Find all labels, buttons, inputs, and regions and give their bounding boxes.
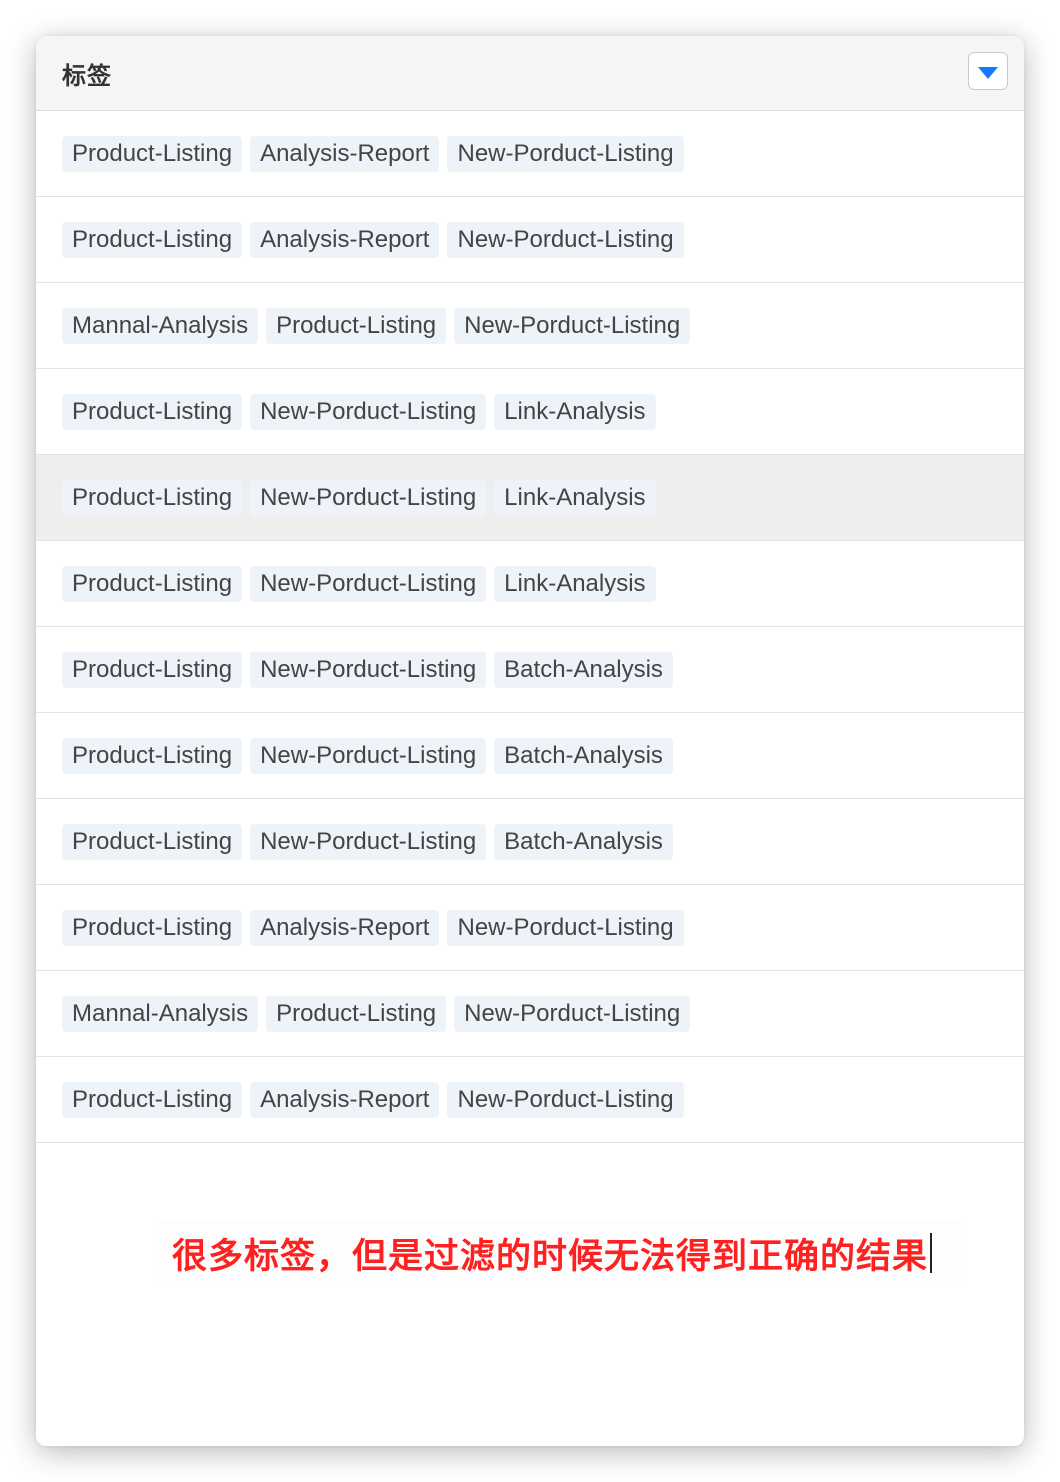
tag-chip[interactable]: Product-Listing bbox=[62, 737, 243, 774]
tag-chip[interactable]: New-Porduct-Listing bbox=[250, 651, 487, 688]
annotation-text: 很多标签，但是过滤的时候无法得到正确的结果 bbox=[172, 1236, 929, 1277]
tag-chip[interactable]: Batch-Analysis bbox=[494, 651, 673, 688]
table-row[interactable]: Product-Listing New-Porduct-Listing Batch-… bbox=[36, 627, 1024, 713]
table-row[interactable]: Product-Listing New-Porduct-Listing Link-A… bbox=[36, 541, 1024, 627]
tag-chip[interactable]: Link-Analysis bbox=[494, 393, 656, 430]
tag-chip[interactable]: New-Porduct-Listing bbox=[447, 221, 684, 258]
tag-chip[interactable]: Batch-Analysis bbox=[494, 737, 673, 774]
annotation-note: 很多标签，但是过滤的时候无法得到正确的结果 bbox=[154, 1220, 962, 1286]
tag-chip[interactable]: New-Porduct-Listing bbox=[454, 995, 691, 1032]
table-row[interactable]: Product-Listing New-Porduct-Listing Batch-… bbox=[36, 799, 1024, 885]
tag-chip[interactable]: Analysis-Report bbox=[250, 221, 440, 258]
tag-chip[interactable]: Analysis-Report bbox=[250, 1081, 440, 1118]
table-body: Product-Listing Analysis-Report New-Porduc… bbox=[36, 111, 1024, 1143]
table-row[interactable]: Product-Listing Analysis-Report New-Porduc… bbox=[36, 111, 1024, 197]
tag-chip[interactable]: Product-Listing bbox=[62, 1081, 243, 1118]
tag-chip[interactable]: Analysis-Report bbox=[250, 909, 440, 946]
tag-chip[interactable]: Product-Listing bbox=[62, 135, 243, 172]
tag-chip[interactable]: New-Porduct-Listing bbox=[250, 823, 487, 860]
tag-chip[interactable]: New-Porduct-Listing bbox=[250, 479, 487, 516]
tag-chip[interactable]: Product-Listing bbox=[62, 823, 243, 860]
tag-chip[interactable]: Link-Analysis bbox=[494, 565, 656, 602]
table-row[interactable]: Mannal-Analysis Product-Listing New-Porduc… bbox=[36, 283, 1024, 369]
tag-chip[interactable]: New-Porduct-Listing bbox=[250, 565, 487, 602]
column-header-tags: 标签 bbox=[62, 62, 112, 90]
tag-chip[interactable]: Mannal-Analysis bbox=[62, 307, 259, 344]
tag-chip[interactable]: New-Porduct-Listing bbox=[447, 135, 684, 172]
tag-chip[interactable]: New-Porduct-Listing bbox=[250, 737, 487, 774]
tag-chip[interactable]: New-Porduct-Listing bbox=[447, 1081, 684, 1118]
tag-chip[interactable]: Product-Listing bbox=[62, 909, 243, 946]
table-row[interactable]: Product-Listing Analysis-Report New-Porduc… bbox=[36, 197, 1024, 283]
table-row[interactable]: Product-Listing New-Porduct-Listing Link-A… bbox=[36, 455, 1024, 541]
filter-dropdown-button[interactable] bbox=[968, 52, 1008, 90]
tag-chip[interactable]: Product-Listing bbox=[266, 307, 447, 344]
table-row[interactable]: Product-Listing Analysis-Report New-Porduc… bbox=[36, 1057, 1024, 1143]
tag-chip[interactable]: Link-Analysis bbox=[494, 479, 656, 516]
tag-chip[interactable]: Batch-Analysis bbox=[494, 823, 673, 860]
tag-chip[interactable]: Analysis-Report bbox=[250, 135, 440, 172]
tag-chip[interactable]: Product-Listing bbox=[266, 995, 447, 1032]
tag-chip[interactable]: New-Porduct-Listing bbox=[454, 307, 691, 344]
text-cursor bbox=[930, 1233, 933, 1273]
caret-down-icon bbox=[978, 66, 998, 79]
tag-chip[interactable]: Product-Listing bbox=[62, 565, 243, 602]
table-window: 标签 Product-Listing Analysis-Report New-Por… bbox=[36, 36, 1024, 1446]
tag-chip[interactable]: New-Porduct-Listing bbox=[250, 393, 487, 430]
tag-chip[interactable]: Product-Listing bbox=[62, 393, 243, 430]
tag-chip[interactable]: Product-Listing bbox=[62, 221, 243, 258]
tag-chip[interactable]: Product-Listing bbox=[62, 479, 243, 516]
table-row[interactable]: Product-Listing New-Porduct-Listing Link-A… bbox=[36, 369, 1024, 455]
table-row[interactable]: Mannal-Analysis Product-Listing New-Porduc… bbox=[36, 971, 1024, 1057]
table-header: 标签 bbox=[36, 36, 1024, 111]
table-row[interactable]: Product-Listing New-Porduct-Listing Batch-… bbox=[36, 713, 1024, 799]
table-row[interactable]: Product-Listing Analysis-Report New-Porduc… bbox=[36, 885, 1024, 971]
tag-chip[interactable]: Mannal-Analysis bbox=[62, 995, 259, 1032]
tag-chip[interactable]: Product-Listing bbox=[62, 651, 243, 688]
tag-chip[interactable]: New-Porduct-Listing bbox=[447, 909, 684, 946]
